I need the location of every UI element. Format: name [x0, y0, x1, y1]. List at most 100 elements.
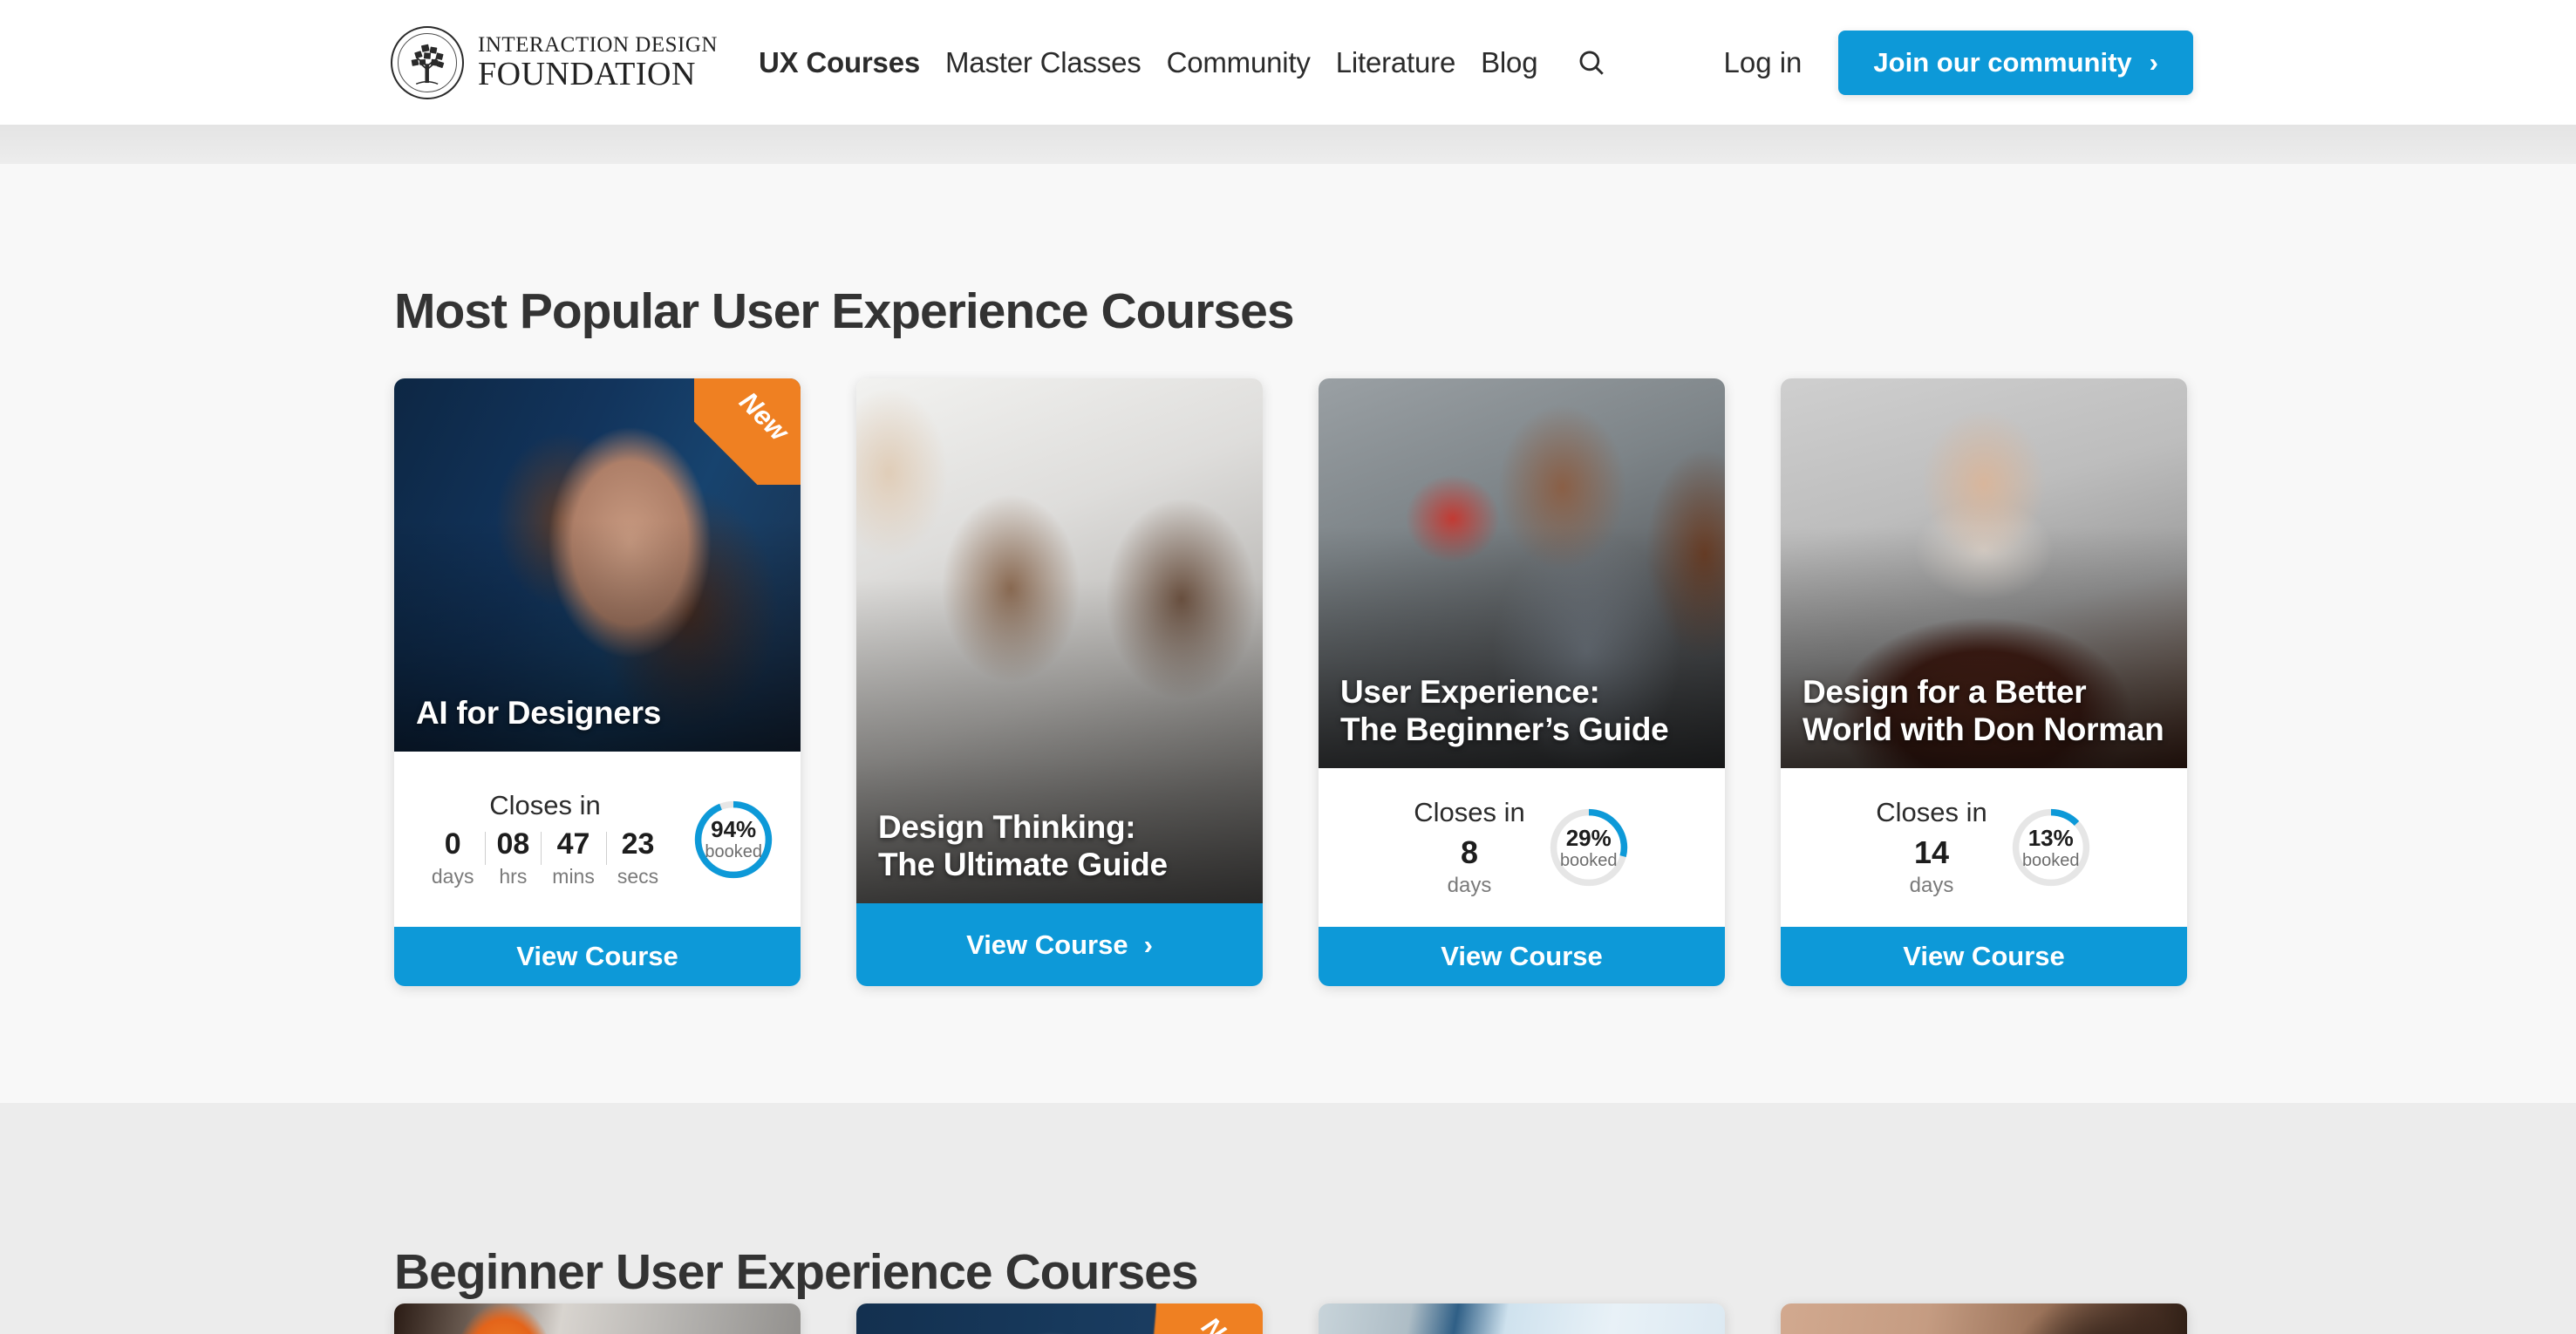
countdown-value: 0 [444, 827, 461, 861]
nav-item-community[interactable]: Community [1167, 46, 1311, 79]
booked-label: booked [2021, 850, 2080, 870]
course-title: AI for Designers [416, 695, 661, 732]
closes-in-label: Closes in [1876, 797, 1987, 828]
nav-item-master-classes[interactable]: Master Classes [945, 46, 1141, 79]
countdown-units: 8 days [1448, 835, 1492, 898]
new-badge: New [694, 378, 801, 485]
closes-in-label: Closes in [1414, 797, 1525, 828]
chevron-right-icon: › [2149, 46, 2158, 78]
course-card-design-thinking[interactable]: Design Thinking: The Ultimate Guide View… [856, 378, 1263, 986]
logo-wordmark: INTERACTION DESIGN FOUNDATION [478, 34, 718, 91]
logo-seal-icon [391, 25, 464, 99]
countdown-value: 23 [621, 827, 655, 861]
course-countdown: Closes in 8 days 29% booked [1319, 768, 1725, 927]
course-photo [1781, 1303, 2187, 1334]
countdown-value: 8 [1460, 834, 1478, 871]
header-actions: Log in Join our community › [1724, 30, 2193, 95]
countdown-value: 08 [496, 827, 530, 861]
course-title: Design for a Better World with Don Norma… [1803, 673, 2164, 748]
course-card-design-better-world[interactable]: Design for a Better World with Don Norma… [1781, 378, 2187, 986]
new-badge-label: New [733, 385, 795, 447]
search-icon[interactable] [1573, 44, 1610, 81]
beginner-course-card[interactable] [394, 1303, 801, 1334]
countdown-unit-label: secs [617, 864, 659, 888]
booked-ring-text: 29% booked [1548, 807, 1630, 888]
course-countdown: Closes in 14 days 13% booked [1781, 768, 2187, 927]
new-badge: New [1156, 1303, 1263, 1334]
beginner-course-card[interactable] [1781, 1303, 2187, 1334]
view-course-label: View Course [516, 941, 678, 971]
view-course-label: View Course [966, 929, 1128, 960]
new-badge-label: New [1196, 1311, 1257, 1334]
countdown-block: Closes in 8 days [1414, 797, 1525, 898]
booked-percent: 29% [1565, 824, 1612, 851]
main-nav: UX Courses Master Classes Community Lite… [759, 44, 1610, 81]
countdown-unit-mins: 47 mins [541, 827, 606, 888]
course-card-image: User Experience: The Beginner’s Guide [1319, 378, 1725, 768]
booked-ring-text: 13% booked [2010, 807, 2092, 888]
page-root: INTERACTION DESIGN FOUNDATION UX Courses… [0, 0, 2576, 1334]
countdown-value: 47 [556, 827, 590, 861]
countdown-block: Closes in 14 days [1876, 797, 1987, 898]
login-link[interactable]: Log in [1724, 46, 1803, 79]
beginner-card-grid: New [394, 1303, 2187, 1334]
booked-progress-ring: 13% booked [2010, 807, 2092, 888]
course-card-ai-for-designers[interactable]: New AI for Designers Closes in 0 days 08… [394, 378, 801, 986]
countdown-unit-label: hrs [499, 864, 528, 888]
nav-item-literature[interactable]: Literature [1336, 46, 1456, 79]
course-card-image: New AI for Designers [394, 378, 801, 752]
course-photo [1319, 1303, 1725, 1334]
countdown-unit-secs: 23 secs [605, 827, 670, 888]
countdown-units: 0 days 08 hrs 47 mins 23 secs [420, 827, 670, 888]
section-beginner-courses: Beginner User Experience Courses New [0, 1103, 2576, 1334]
view-course-button[interactable]: View Course [1319, 927, 1725, 986]
course-title: User Experience: The Beginner’s Guide [1340, 673, 1669, 748]
section-title-most-popular: Most Popular User Experience Courses [394, 283, 1295, 339]
chevron-right-icon: › [1143, 929, 1153, 960]
countdown-unit-label: days [1447, 873, 1492, 897]
countdown-units: 14 days [1910, 835, 1954, 898]
join-community-button[interactable]: Join our community › [1838, 30, 2193, 95]
booked-progress-ring: 29% booked [1548, 807, 1630, 888]
course-card-image: Design Thinking: The Ultimate Guide [856, 378, 1263, 903]
course-card-image: Design for a Better World with Don Norma… [1781, 378, 2187, 768]
view-course-button[interactable]: View Course [394, 927, 801, 986]
logo-line-1: INTERACTION DESIGN [478, 33, 718, 57]
header-underbar [0, 125, 2576, 164]
countdown-unit-label: days [431, 864, 474, 888]
booked-progress-ring: 94% booked [692, 799, 774, 881]
course-title: Design Thinking: The Ultimate Guide [878, 808, 1168, 883]
booked-percent: 13% [2027, 824, 2074, 851]
course-photo [394, 1303, 801, 1334]
view-course-label: View Course [1903, 941, 2065, 971]
booked-percent: 94% [711, 816, 757, 842]
course-countdown: Closes in 0 days 08 hrs 47 mins 23 secs … [394, 752, 801, 927]
countdown-unit-days: 14 days [1910, 835, 1954, 898]
section-most-popular: Most Popular User Experience Courses New… [0, 164, 2576, 1103]
beginner-course-card[interactable] [1319, 1303, 1725, 1334]
countdown-unit-hrs: 08 hrs [485, 827, 541, 888]
booked-label: booked [1559, 850, 1618, 870]
nav-item-ux-courses[interactable]: UX Courses [759, 46, 920, 79]
nav-item-blog[interactable]: Blog [1481, 46, 1537, 79]
view-course-label: View Course [1441, 941, 1603, 971]
view-course-button[interactable]: View Course › [856, 903, 1263, 986]
countdown-unit-days: 8 days [1448, 835, 1492, 898]
view-course-button[interactable]: View Course [1781, 927, 2187, 986]
logo-line-2: FOUNDATION [478, 56, 696, 92]
logo[interactable]: INTERACTION DESIGN FOUNDATION [391, 25, 718, 99]
countdown-unit-label: days [1909, 873, 1954, 897]
closes-in-label: Closes in [489, 790, 601, 821]
course-card-ux-beginners-guide[interactable]: User Experience: The Beginner’s Guide Cl… [1319, 378, 1725, 986]
join-community-label: Join our community [1873, 46, 2132, 78]
booked-ring-text: 94% booked [692, 799, 774, 881]
countdown-value: 14 [1913, 834, 1950, 871]
beginner-course-card[interactable]: New [856, 1303, 1263, 1334]
countdown-block: Closes in 0 days 08 hrs 47 mins 23 secs [420, 790, 670, 888]
booked-label: booked [705, 842, 762, 861]
site-header: INTERACTION DESIGN FOUNDATION UX Courses… [0, 0, 2576, 125]
course-card-grid: New AI for Designers Closes in 0 days 08… [394, 378, 2187, 986]
countdown-unit-label: mins [552, 864, 595, 888]
section-title-beginner: Beginner User Experience Courses [394, 1244, 1199, 1300]
countdown-unit-days: 0 days [420, 827, 486, 888]
